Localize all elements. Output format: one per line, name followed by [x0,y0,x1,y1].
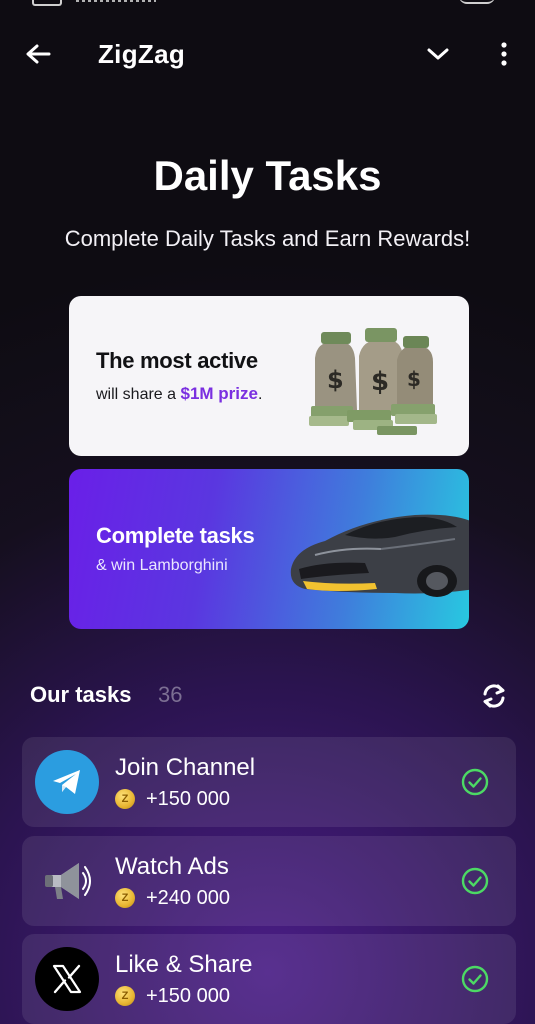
check-circle-icon [461,867,489,895]
battery-icon [32,0,62,6]
back-arrow-icon [26,44,51,64]
coin-icon: Z [115,888,135,908]
status-icons-right [459,0,495,4]
prize-amount: $1M prize [180,384,258,403]
app-header: ZigZag [0,22,535,86]
prize-banner-suffix: . [257,386,263,403]
back-button[interactable] [20,36,56,72]
task-reward: Z +150 000 [115,788,230,810]
car-banner-subtitle: & win Lamborghini [96,557,228,574]
status-bar [0,0,535,6]
status-icons-left [32,0,156,6]
coin-icon: Z [115,986,135,1006]
task-reward-value: +240 000 [146,886,230,909]
svg-text:$: $ [327,366,344,394]
telegram-icon [35,750,99,814]
lamborghini-banner[interactable]: Complete tasks & win Lamborghini [69,469,469,629]
check-circle-icon [461,965,489,993]
coin-icon: Z [115,789,135,809]
svg-text:$: $ [371,367,389,397]
app-screen: ZigZag Daily Tasks Complete Daily Tasks … [0,0,535,1024]
page-subtitle: Complete Daily Tasks and Earn Rewards! [64,226,471,251]
task-reward-value: +150 000 [146,984,230,1007]
task-name: Join Channel [115,754,256,781]
money-bags-icon: $ $ $ [309,328,437,435]
task-name: Like & Share [115,951,253,978]
task-item-join-channel[interactable]: Join Channel Z +150 000 [22,737,516,827]
task-name: Watch Ads [115,853,229,880]
tasks-section-title: Our tasks [30,682,132,707]
check-circle-icon [461,768,489,796]
svg-text:$: $ [407,367,421,391]
refresh-icon [483,684,505,708]
app-title: ZigZag [98,39,186,69]
task-reward: Z +150 000 [115,985,230,1007]
task-item-watch-ads[interactable]: Watch Ads Z +240 000 [22,836,516,926]
prize-banner-title: The most active [96,348,258,373]
page-title: Daily Tasks [153,152,382,199]
car-banner-title: Complete tasks [96,523,255,548]
collapse-button[interactable] [420,36,456,72]
prize-banner-prefix: will share a [96,386,181,403]
task-reward: Z +240 000 [115,887,230,909]
more-menu-button[interactable] [486,36,522,72]
tasks-count: 36 [158,682,183,707]
sports-car-icon [290,514,469,597]
x-logo-icon [35,947,99,1011]
refresh-button[interactable] [478,680,510,712]
task-item-like-share[interactable]: Like & Share Z +150 000 [22,934,516,1024]
prize-banner-text: will share a $1M prize. [96,384,262,404]
chevron-down-icon [427,48,449,60]
megaphone-icon [35,849,99,913]
task-reward-value: +150 000 [146,787,230,810]
prize-banner[interactable]: The most active will share a $1M prize. … [69,296,469,456]
more-vertical-icon [501,42,507,66]
signal-icon [76,0,156,2]
